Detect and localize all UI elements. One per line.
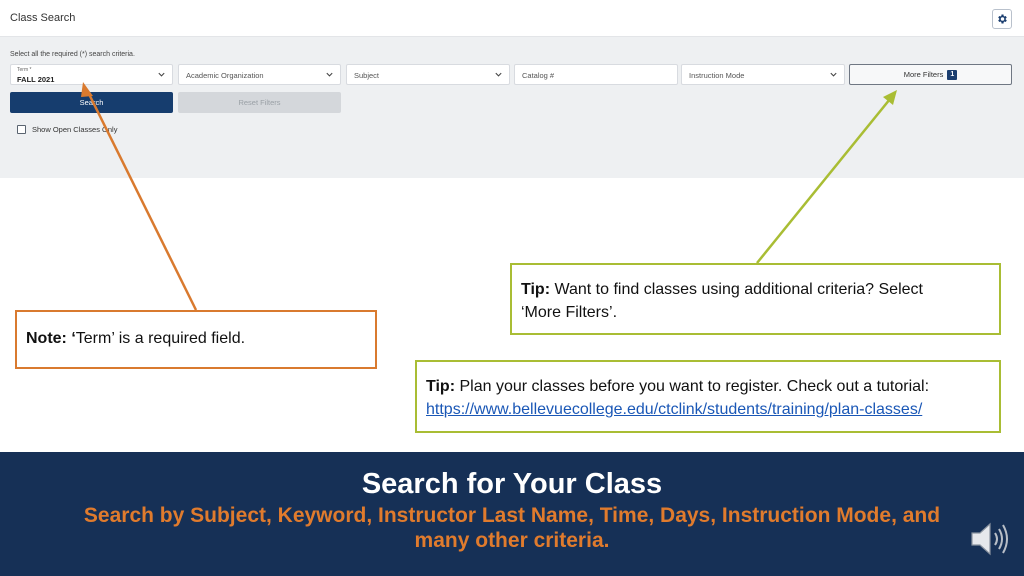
plan-classes-tip-callout: Tip: Plan your classes before you want t…	[415, 360, 1001, 433]
speaker-icon[interactable]	[968, 519, 1010, 559]
term-value: FALL 2021	[17, 75, 55, 84]
page-title: Class Search	[10, 12, 76, 24]
tip2-line2: https://www.bellevuecollege.edu/ctclink/…	[426, 401, 922, 419]
slide-title: Search for Your Class	[361, 468, 663, 500]
catalog-number-input[interactable]: Catalog #	[514, 64, 678, 85]
catalog-number-placeholder: Catalog #	[522, 71, 555, 80]
title-banner: Search for Your Class Search by Subject,…	[0, 452, 1024, 576]
reset-filters-button[interactable]: Reset Filters	[178, 92, 341, 113]
chevron-down-icon	[158, 72, 165, 77]
show-open-classes-label: Show Open Classes Only	[32, 125, 118, 134]
note-callout: Note: ‘Term’ is a required field.	[15, 310, 377, 369]
slide-subtitle: Search by Subject, Keyword, Instructor L…	[83, 504, 941, 552]
more-filters-button[interactable]: More Filters 1	[849, 64, 1012, 85]
note-text: Note: ‘Term’ is a required field.	[26, 330, 245, 348]
tip1-line2: ‘More Filters’.	[521, 304, 618, 321]
note-body: Term’ is a required field.	[75, 330, 246, 347]
gear-icon	[998, 14, 1007, 24]
tip2-line1: Tip: Plan your classes before you want t…	[426, 378, 929, 396]
instruction-mode-placeholder: Instruction Mode	[689, 71, 745, 80]
term-label: Term *	[17, 67, 32, 73]
chevron-down-icon	[326, 72, 333, 77]
tip1-text: Want to find classes using additional cr…	[550, 281, 923, 298]
tip2-label: Tip:	[426, 378, 456, 395]
filter-count-badge: 1	[947, 69, 958, 80]
tip1-line1: Tip: Want to find classes using addition…	[521, 281, 923, 299]
more-filters-label: More Filters	[903, 70, 944, 79]
academic-organization-select[interactable]: Academic Organization	[178, 64, 341, 85]
show-open-classes-toggle[interactable]: Show Open Classes Only	[17, 125, 117, 134]
settings-button[interactable]	[992, 9, 1012, 29]
show-open-classes-checkbox[interactable]	[17, 125, 26, 134]
subject-select[interactable]: Subject	[346, 64, 510, 85]
search-button[interactable]: Search	[10, 92, 173, 113]
tip2-text: Plan your classes before you want to reg…	[455, 378, 930, 395]
chevron-down-icon	[830, 72, 837, 77]
academic-organization-placeholder: Academic Organization	[186, 71, 264, 80]
note-label: Note: ‘	[26, 330, 76, 347]
search-instructions: Select all the required (*) search crite…	[10, 51, 135, 58]
tip1-label: Tip:	[521, 281, 551, 298]
plan-classes-tutorial-link[interactable]: https://www.bellevuecollege.edu/ctclink/…	[426, 401, 922, 418]
subject-placeholder: Subject	[354, 71, 380, 80]
app-header: Class Search	[0, 0, 1024, 37]
chevron-down-icon	[495, 72, 502, 77]
search-panel: Select all the required (*) search crite…	[0, 37, 1024, 178]
more-filters-tip-callout: Tip: Want to find classes using addition…	[510, 263, 1001, 335]
term-select[interactable]: Term * FALL 2021	[10, 64, 173, 85]
instruction-mode-select[interactable]: Instruction Mode	[681, 64, 845, 85]
